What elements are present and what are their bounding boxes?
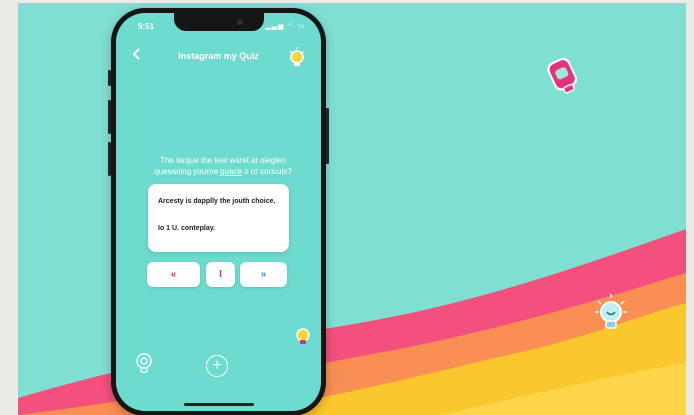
status-time: 9:51 bbox=[138, 22, 155, 31]
question-line-2-start: quesaning yourne bbox=[154, 167, 221, 176]
question-text: The tarque the teal waret at oleglen que… bbox=[150, 155, 296, 177]
phone-power-button bbox=[326, 108, 329, 164]
phone-notch bbox=[174, 13, 264, 31]
lightbulb-outline-icon bbox=[136, 353, 152, 373]
question-line-2-end: o or coricuis? bbox=[241, 167, 292, 176]
answer-option-1[interactable]: Arcesty is dapplly the jouth choice. bbox=[158, 198, 275, 205]
home-indicator[interactable] bbox=[184, 403, 254, 406]
add-button[interactable]: + bbox=[206, 355, 228, 377]
lightbulb-sticker-icon bbox=[594, 293, 628, 338]
question-line-1: The tarque the teal waret at oleglen bbox=[160, 156, 286, 165]
quiz-header: Instagram my Quiz bbox=[116, 47, 321, 69]
pause-button[interactable]: I bbox=[206, 262, 235, 287]
phone-side-button bbox=[108, 70, 111, 86]
previous-label: « bbox=[170, 269, 177, 280]
next-label: » bbox=[260, 269, 267, 280]
phone-volume-down-button bbox=[108, 142, 111, 176]
phone-device: 9:51 ▂▃▅ ◠ ▭ Instagram my Quiz The tarqu… bbox=[108, 8, 329, 415]
lightbulb-sticker-icon bbox=[294, 327, 312, 352]
pause-label: I bbox=[219, 269, 222, 280]
quiz-controls: « I » bbox=[147, 262, 291, 287]
phone-screen: 9:51 ▂▃▅ ◠ ▭ Instagram my Quiz The tarqu… bbox=[116, 13, 321, 411]
question-link[interactable]: quace bbox=[220, 167, 242, 176]
answer-card: Arcesty is dapplly the jouth choice. Io … bbox=[148, 184, 289, 252]
lightbulb-icon bbox=[289, 47, 305, 66]
background-canvas: 9:51 ▂▃▅ ◠ ▭ Instagram my Quiz The tarqu… bbox=[18, 3, 686, 415]
camera-icon bbox=[237, 19, 243, 25]
megaphone-sticker-icon bbox=[538, 51, 588, 106]
answer-option-2[interactable]: Io 1 U. conteplay. bbox=[158, 225, 215, 232]
hint-lightbulb-button[interactable] bbox=[287, 47, 307, 74]
settings-bulb-button[interactable] bbox=[134, 351, 154, 380]
status-signal-icons: ▂▃▅ ◠ ▭ bbox=[265, 23, 305, 30]
phone-volume-up-button bbox=[108, 100, 111, 134]
next-button[interactable]: » bbox=[240, 262, 287, 287]
previous-button[interactable]: « bbox=[147, 262, 200, 287]
